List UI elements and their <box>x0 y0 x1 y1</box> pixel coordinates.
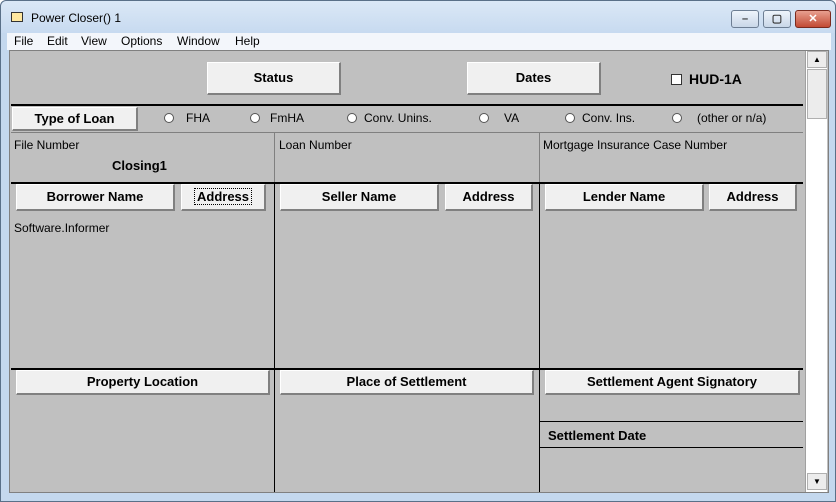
divider <box>540 447 803 448</box>
radio-conv-ins[interactable] <box>565 113 575 123</box>
borrower-address-label: Address <box>193 188 253 205</box>
hud1a-label: HUD-1A <box>689 71 742 87</box>
radio-fha[interactable] <box>164 113 174 123</box>
menu-file[interactable]: File <box>14 34 33 48</box>
divider <box>274 182 275 492</box>
radio-fha-label: FHA <box>186 111 210 125</box>
close-button[interactable]: ✕ <box>795 10 831 28</box>
divider <box>274 133 275 183</box>
close-icon: ✕ <box>808 13 818 25</box>
mortgage-case-label: Mortgage Insurance Case Number <box>543 138 728 152</box>
property-location-button[interactable]: Property Location <box>16 370 270 395</box>
borrower-name-button[interactable]: Borrower Name <box>16 184 175 211</box>
minimize-button[interactable]: – <box>731 10 759 28</box>
radio-fmha-label: FmHA <box>270 111 304 125</box>
menu-options[interactable]: Options <box>121 34 162 48</box>
title-bar: Power Closer() 1 – ▢ ✕ <box>1 1 835 33</box>
radio-conv-unins[interactable] <box>347 113 357 123</box>
loan-number-label: Loan Number <box>279 138 352 152</box>
file-number-value[interactable]: Closing1 <box>112 158 167 173</box>
radio-va-label: VA <box>504 111 520 125</box>
divider <box>540 421 803 422</box>
client-area: Status Dates HUD-1A Type of Loan FHA FmH… <box>9 50 829 493</box>
status-button[interactable]: Status <box>207 62 341 95</box>
divider <box>11 132 803 133</box>
hud1a-checkbox[interactable] <box>671 74 682 85</box>
dates-button[interactable]: Dates <box>467 62 601 95</box>
scroll-up-button[interactable]: ▲ <box>807 51 827 68</box>
divider <box>539 182 540 492</box>
radio-other-label: (other or n/a) <box>697 111 767 125</box>
closing-form: Status Dates HUD-1A Type of Loan FHA FmH… <box>11 52 803 492</box>
seller-name-button[interactable]: Seller Name <box>280 184 439 211</box>
minimize-icon: – <box>741 13 749 25</box>
divider <box>539 133 540 183</box>
menu-window[interactable]: Window <box>177 34 220 48</box>
scroll-down-button[interactable]: ▼ <box>807 473 827 490</box>
menu-view[interactable]: View <box>81 34 107 48</box>
menu-bar: File Edit View Options Window Help <box>7 33 831 50</box>
app-window: Power Closer() 1 – ▢ ✕ File Edit View Op… <box>0 0 836 502</box>
vertical-scrollbar[interactable]: ▲ ▼ <box>805 51 827 492</box>
radio-fmha[interactable] <box>250 113 260 123</box>
place-of-settlement-button[interactable]: Place of Settlement <box>280 370 534 395</box>
settlement-date-label: Settlement Date <box>548 428 647 443</box>
settlement-agent-signatory-button[interactable]: Settlement Agent Signatory <box>545 370 800 395</box>
radio-conv-ins-label: Conv. Ins. <box>582 111 636 125</box>
radio-conv-unins-label: Conv. Unins. <box>364 111 432 125</box>
lender-address-button[interactable]: Address <box>709 184 797 211</box>
seller-address-button[interactable]: Address <box>445 184 533 211</box>
window-title: Power Closer() 1 <box>31 11 122 25</box>
borrower-address-button[interactable]: Address <box>181 184 266 211</box>
borrower-name-value[interactable]: Software.Informer <box>14 221 109 235</box>
file-number-label: File Number <box>14 138 80 152</box>
lender-name-button[interactable]: Lender Name <box>545 184 704 211</box>
scroll-thumb[interactable] <box>807 69 827 119</box>
maximize-button[interactable]: ▢ <box>763 10 791 28</box>
maximize-icon: ▢ <box>771 13 783 25</box>
menu-edit[interactable]: Edit <box>47 34 68 48</box>
app-icon <box>11 12 23 22</box>
radio-other[interactable] <box>672 113 682 123</box>
radio-va[interactable] <box>479 113 489 123</box>
type-of-loan-button[interactable]: Type of Loan <box>12 107 138 131</box>
menu-help[interactable]: Help <box>235 34 260 48</box>
divider <box>11 104 803 106</box>
